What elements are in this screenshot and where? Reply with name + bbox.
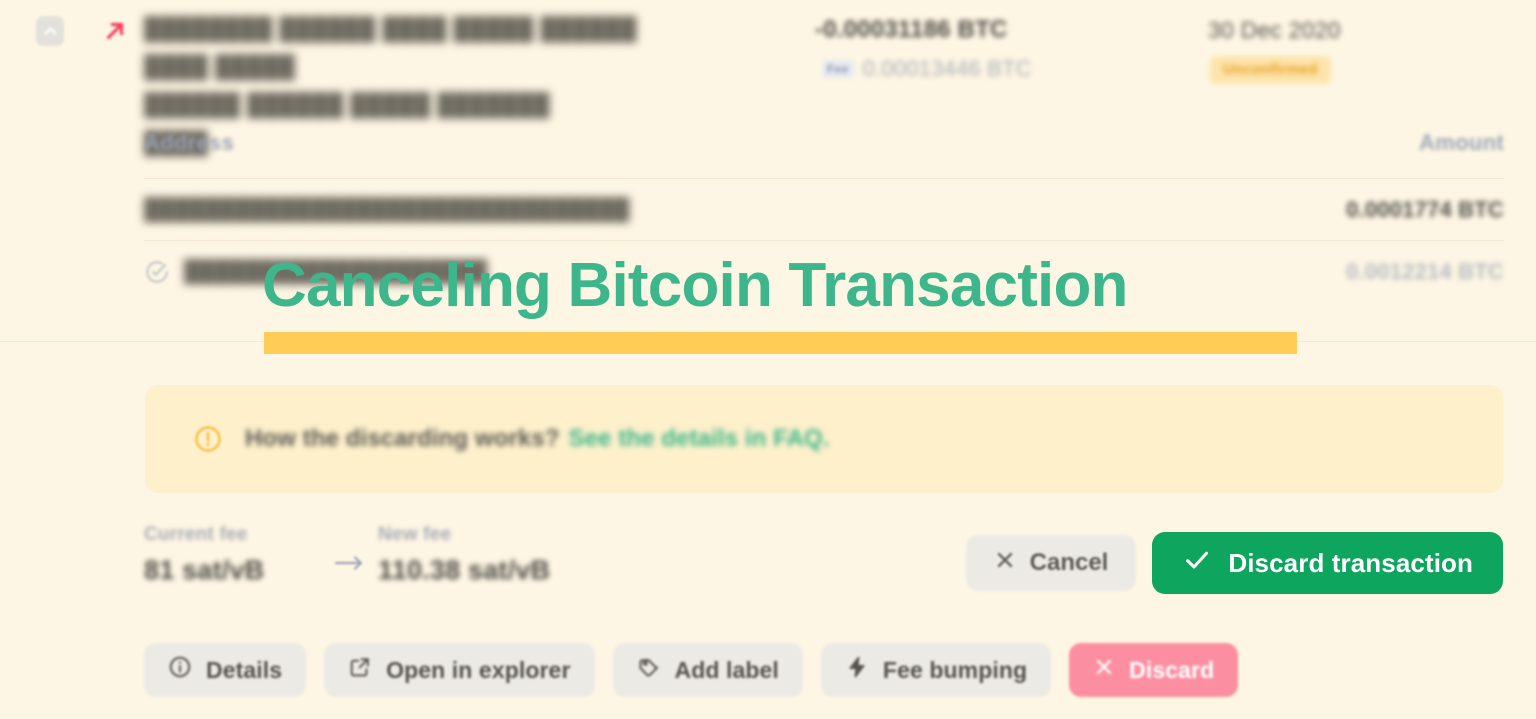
external-link-icon bbox=[348, 655, 372, 685]
discard-button-label: Discard bbox=[1129, 656, 1215, 683]
transaction-fee: Fee 0.00013446 BTC bbox=[822, 56, 1032, 82]
outgoing-arrow-icon bbox=[98, 14, 132, 48]
current-fee-value: 81 sat/vB bbox=[144, 555, 265, 585]
column-header-address: Address bbox=[144, 130, 235, 155]
current-fee-label: Current fee bbox=[144, 524, 248, 545]
info-circle-icon bbox=[168, 655, 192, 685]
confirm-action-bar: Cancel Discard transaction bbox=[965, 532, 1503, 594]
open-in-explorer-button[interactable]: Open in explorer bbox=[324, 643, 595, 697]
details-button-label: Details bbox=[206, 656, 283, 683]
arrow-right-icon bbox=[326, 548, 374, 578]
transaction-amount: -0.00031186 BTC bbox=[815, 16, 1008, 43]
transaction-toolbar: Details Open in explorer Add label Fee b… bbox=[144, 643, 1239, 697]
details-button[interactable]: Details bbox=[144, 643, 307, 697]
faq-link[interactable]: See the details in FAQ. bbox=[569, 425, 830, 453]
fee-comparison: Current fee 81 sat/vB New fee 110.38 sat… bbox=[144, 524, 550, 586]
chevron-up-icon[interactable] bbox=[36, 16, 64, 46]
exclamation-circle-icon bbox=[193, 424, 223, 454]
close-x-icon bbox=[994, 549, 1016, 578]
row-amount: 0.0001774 BTC bbox=[1346, 196, 1504, 222]
row-amount: 0.0012214 BTC bbox=[1346, 258, 1504, 284]
transaction-hash-line-1: ████████ ██████ ████ █████ ██████ ████ █… bbox=[144, 16, 637, 79]
fee-bumping-button[interactable]: Fee bumping bbox=[820, 643, 1052, 697]
check-icon bbox=[1182, 545, 1212, 582]
fee-badge: Fee bbox=[822, 60, 854, 78]
transaction-header-row[interactable]: ████████ ██████ ████ █████ ██████ ████ █… bbox=[0, 0, 1536, 155]
new-fee-value: 110.38 sat/vB bbox=[378, 555, 551, 585]
status-badge: Unconfirmed bbox=[1210, 56, 1331, 84]
fee-bumping-button-label: Fee bumping bbox=[882, 656, 1028, 683]
check-circle-icon bbox=[144, 259, 170, 285]
cancel-button-label: Cancel bbox=[1029, 549, 1109, 576]
add-label-button[interactable]: Add label bbox=[612, 643, 803, 697]
fee-amount: 0.00013446 BTC bbox=[862, 56, 1032, 81]
new-fee-label: New fee bbox=[378, 524, 452, 545]
title-underline bbox=[264, 332, 1297, 354]
cancel-button[interactable]: Cancel bbox=[965, 535, 1137, 591]
transaction-detail-screen: ████████ ██████ ████ █████ ██████ ████ █… bbox=[0, 0, 1536, 719]
lightning-bolt-icon bbox=[845, 655, 869, 685]
column-header-amount: Amount bbox=[1419, 130, 1504, 155]
table-header: Address Amount bbox=[144, 130, 1504, 178]
page-title: Canceling Bitcoin Transaction bbox=[262, 251, 1128, 320]
discard-transaction-button[interactable]: Discard transaction bbox=[1152, 532, 1503, 594]
open-in-explorer-button-label: Open in explorer bbox=[386, 656, 571, 683]
current-fee-block: Current fee 81 sat/vB bbox=[144, 524, 326, 586]
overlay-title-group: Canceling Bitcoin Transaction bbox=[262, 247, 1302, 354]
table-row[interactable]: ████████████████████████████████ 0.00017… bbox=[144, 178, 1504, 240]
discard-transaction-button-label: Discard transaction bbox=[1228, 547, 1473, 578]
row-address: ████████████████████████████████ bbox=[144, 197, 630, 221]
new-fee-block: New fee 110.38 sat/vB bbox=[378, 524, 550, 586]
tag-icon bbox=[637, 655, 661, 685]
faq-question: How the discarding works? bbox=[245, 425, 560, 452]
faq-banner: How the discarding works? See the detail… bbox=[145, 385, 1503, 493]
discard-button[interactable]: Discard bbox=[1069, 643, 1239, 697]
transaction-date: 30 Dec 2020 bbox=[1208, 17, 1341, 43]
add-label-button-label: Add label bbox=[674, 656, 779, 683]
close-x-icon bbox=[1093, 656, 1115, 684]
